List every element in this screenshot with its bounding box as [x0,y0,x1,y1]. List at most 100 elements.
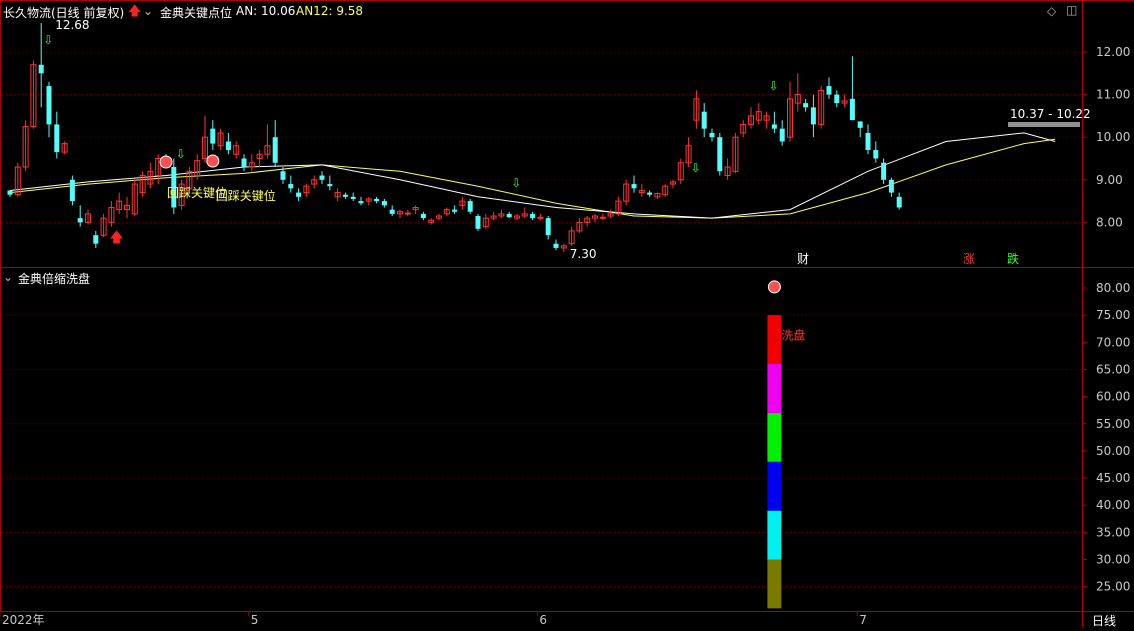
annotation-label: 财 [797,252,809,266]
sub-tick-label: 45.00 [1096,471,1130,485]
candle-body-down [319,175,325,180]
candle-body-down [865,132,871,150]
candle-body-down [296,192,302,197]
wash-bar-segment [767,559,782,609]
candle-body-down [288,184,294,189]
sub-tick-label: 80.00 [1096,281,1130,295]
down-arrow-icon: ⇩ [511,176,521,190]
lower-indicator-title[interactable]: 金典倍缩洗盘 [18,270,90,287]
candle-body-down [46,86,52,125]
candle-body-down [241,158,247,168]
candle-body-down [452,209,458,212]
candle-body-up [404,212,411,215]
candle-body-down [717,137,723,172]
window-toggle-icon[interactable]: ◫ [1066,3,1077,17]
candle-body-down [350,196,356,199]
candle-body-down [54,124,60,153]
wash-bar-segment [767,364,782,413]
price-tick-label: 10.00 [1096,130,1130,144]
down-arrow-icon: ⇩ [176,147,186,161]
candle-body-down [342,194,348,197]
candle-body-down [272,137,278,163]
candle-body-down [803,103,809,108]
wash-bar-segment [767,510,782,560]
candle-body-down [631,184,637,189]
candle-body-down [475,216,481,229]
candle-body-down [38,64,44,74]
collapse-icon[interactable]: ⌄ [143,4,153,18]
date-tick-label: 2022年 [2,613,45,627]
candle-body-down [506,213,512,218]
candle-body-down [701,111,707,129]
candle-body-down [826,86,832,95]
indicator-title[interactable]: 金典关键点位 [160,4,232,21]
candle-body-down [873,149,879,159]
sub-tick-label: 75.00 [1096,308,1130,322]
candle-body-down [881,162,887,180]
sub-tick-label: 30.00 [1096,553,1130,567]
range-marker [1008,122,1080,127]
signal-ball-icon [159,155,173,169]
sub-tick-label: 70.00 [1096,335,1130,349]
sub-tick-label: 50.00 [1096,444,1130,458]
candle-body-down [771,124,777,129]
diamond-icon[interactable]: ◇ [1047,4,1056,18]
candle-body-down [888,179,894,193]
candle-body-up [599,216,606,219]
candle-body-down [553,243,559,248]
chart-canvas[interactable]: 8.00 9.00 10.00 11.00 12.00 25.00 30.00 35.00 40… [0,0,1134,627]
candle-body-down [810,107,816,125]
wash-label: 洗盘 [781,328,805,343]
candle-body-down [389,209,395,214]
candle-body-down [77,218,83,223]
lower-collapse-icon[interactable]: ⌄ [3,270,13,284]
candle-body-down [834,94,840,104]
candle-body-down [327,184,333,187]
candle-body-down [358,201,364,204]
an12-value: AN12: 9.58 [296,4,364,18]
signal-ball-icon [767,280,781,294]
candle-body-down [280,171,286,180]
price-tick-label: 12.00 [1096,45,1130,59]
candle-body-up [537,216,544,219]
up-arrow-icon: 🡅 [109,230,123,246]
candle-body-down [467,201,473,212]
down-arrow-icon: ⇩ [769,79,779,93]
down-arrow-icon: ⇩ [43,33,53,47]
sub-tick-label: 60.00 [1096,390,1130,404]
wash-bar-segment [767,461,782,511]
annotation-label: 涨 [963,251,975,266]
sub-tick-label: 55.00 [1096,417,1130,431]
wash-bar-segment [767,315,782,365]
date-tick-label: 7 [859,613,867,627]
sub-tick-label: 40.00 [1096,498,1130,512]
price-tick-label: 9.00 [1096,173,1123,187]
candle-body-down [647,192,653,195]
candle-body-down [779,128,785,142]
candle-body-down [225,141,231,150]
candle-body-down [857,121,863,128]
chart-window: 8.00 9.00 10.00 11.00 12.00 25.00 30.00 35.00 40… [0,0,1134,629]
up-arrow-icon: 🡅 [128,4,142,19]
annotation-label: 跌 [1007,251,1019,266]
period-button[interactable]: 日线 [1092,612,1116,629]
sub-tick-label: 25.00 [1096,580,1130,594]
candle-body-down [210,128,216,144]
signal-ball-icon [206,154,220,168]
candle-body-down [420,213,426,219]
candle-body-down [7,190,13,195]
wash-bar-segment [767,412,782,462]
an-value: AN: 10.06 [236,4,296,18]
candle-body-down [69,179,75,202]
sub-tick-label: 65.00 [1096,362,1130,376]
date-tick-label: 5 [251,613,259,627]
low-price-label: 7.30 [570,247,597,261]
candle-body-down [530,213,536,219]
date-tick-label: 6 [539,613,547,627]
price-tick-label: 8.00 [1096,215,1123,229]
candle-body-down [381,201,387,206]
candle-body-down [849,98,855,121]
stock-title: 长久物流(日线 前复权) [3,6,125,20]
candle-body-down [545,218,551,236]
candle-body-down [93,235,99,244]
